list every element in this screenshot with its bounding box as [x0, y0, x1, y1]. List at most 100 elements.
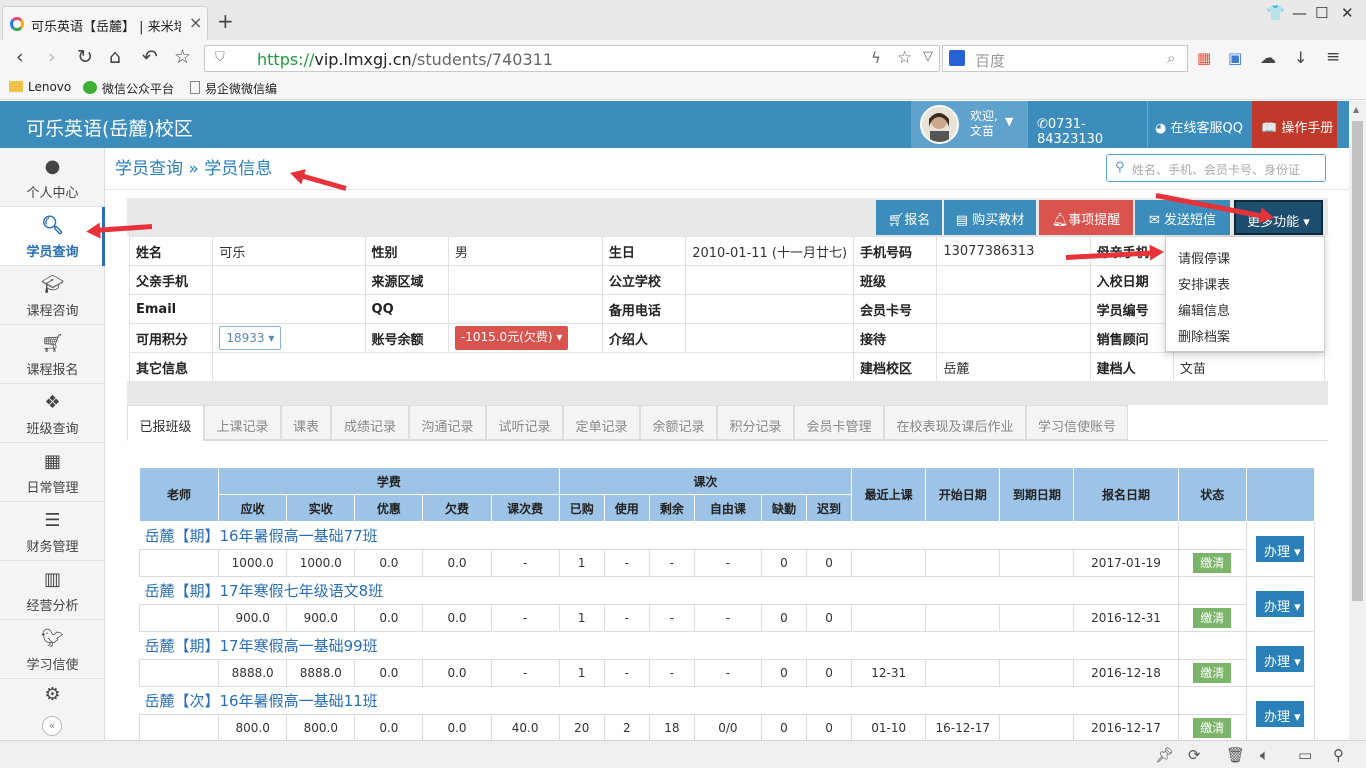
- tab-4[interactable]: 沟通记录: [409, 405, 486, 440]
- home-icon[interactable]: ⌂: [109, 46, 121, 68]
- cloud-icon[interactable]: ☁: [1260, 48, 1276, 67]
- list-icon: ☰: [44, 510, 61, 531]
- status-cell: [1177, 521, 1247, 550]
- tab-7[interactable]: 余额记录: [640, 405, 717, 440]
- class-name-row: 岳麓【期】17年寒假高一基础99班: [139, 631, 1316, 687]
- sidebar-item-daily[interactable]: ▦ 日常管理: [0, 443, 105, 502]
- tab-6[interactable]: 定单记录: [563, 405, 640, 440]
- scrollbar-thumb[interactable]: [1352, 121, 1363, 601]
- sidebar-item-messenger[interactable]: 🐦︎ 学习信使: [0, 620, 105, 679]
- enroll-button[interactable]: 🛒︎报名: [876, 200, 942, 235]
- sidebar-item-course-enroll[interactable]: 🛒︎ 课程报名: [0, 325, 105, 384]
- scroll-up-icon[interactable]: ▲: [1353, 105, 1359, 114]
- table-cell: 0: [760, 604, 808, 632]
- class-name-link[interactable]: 岳麓【期】17年寒假七年级语文8班: [139, 576, 1179, 605]
- volume-icon[interactable]: 🔈︎: [1260, 746, 1269, 764]
- pin-icon[interactable]: 📌︎: [1155, 746, 1174, 764]
- table-cell: 01-10: [851, 714, 927, 742]
- collapse-sidebar-icon[interactable]: «: [42, 716, 62, 736]
- table-row: 900.0 900.0 0.0 0.0-1- - -0 0 2016-12-31 缴清: [138, 604, 1315, 632]
- tab-1[interactable]: 上课记录: [204, 405, 281, 440]
- class-name-link[interactable]: 岳麓【期】16年暑假高一基础77班: [139, 521, 1179, 550]
- sidebar-item-finance[interactable]: ☰ 财务管理: [0, 502, 105, 561]
- table-cell: 0.0: [354, 714, 424, 742]
- zoom-icon[interactable]: ⚲: [1333, 746, 1344, 764]
- bookmark-lenovo[interactable]: Lenovo: [9, 80, 71, 94]
- menu-item-edit[interactable]: 编辑信息: [1178, 300, 1230, 319]
- info-label: 手机号码: [853, 236, 938, 266]
- browser-search-input[interactable]: 🐾 百度 ⌕: [942, 45, 1188, 72]
- sync-icon[interactable]: ⟳: [1188, 746, 1201, 764]
- balance-dropdown[interactable]: -1015.0元(欠费) ▾: [454, 326, 569, 350]
- manual-link[interactable]: 📖 操作手册: [1252, 101, 1337, 148]
- screenshot-icon[interactable]: ▣: [1228, 49, 1242, 67]
- table-cell: -: [693, 549, 762, 577]
- table-cell: [138, 714, 220, 742]
- user-menu[interactable]: 欢迎, 文苗 ▼: [911, 101, 1027, 148]
- class-name-link[interactable]: 岳麓【期】17年寒假高一基础99班: [139, 631, 1179, 660]
- table-cell: -: [603, 659, 650, 687]
- student-search-input[interactable]: ⚲ 姓名、手机、会员卡号、身份证: [1106, 154, 1326, 182]
- forward-icon[interactable]: ›: [48, 46, 56, 68]
- table-cell: [999, 659, 1075, 687]
- download-icon[interactable]: ↓: [1294, 48, 1307, 67]
- sidebar-item-personal[interactable]: ● 个人中心: [0, 148, 105, 207]
- tab-3[interactable]: 成绩记录: [331, 405, 409, 440]
- browser-tab[interactable]: 可乐英语【岳麓】 | 来米培训 ×: [2, 6, 208, 40]
- search-icon[interactable]: ⌕: [1167, 49, 1175, 67]
- minimize-icon[interactable]: —: [1292, 4, 1307, 22]
- tab-5[interactable]: 试听记录: [486, 405, 563, 440]
- window-icon[interactable]: ▭: [1298, 746, 1312, 764]
- address-bar[interactable]: ⛉ https://vip.lmxgj.cn/students/740311 ϟ…: [204, 45, 940, 72]
- reload-icon[interactable]: ↻: [77, 46, 93, 68]
- handle-button[interactable]: 办理 ▾: [1256, 646, 1304, 672]
- tab-0[interactable]: 已报班级: [127, 405, 204, 441]
- tab-2[interactable]: 课表: [281, 405, 331, 440]
- bolt-icon[interactable]: ϟ: [871, 49, 881, 67]
- table-cell: 8888.0: [218, 659, 288, 687]
- table-cell: -: [603, 549, 650, 577]
- undo-icon[interactable]: ↶: [142, 46, 158, 68]
- sidebar-item-settings[interactable]: ⚙: [0, 679, 105, 709]
- chevron-down-icon[interactable]: ▽: [923, 49, 933, 64]
- col-fee-1: 实收: [286, 494, 356, 522]
- col-lesson-0: 已购: [558, 494, 605, 522]
- tab-11[interactable]: 学习信使账号: [1026, 405, 1128, 440]
- menu-item-delete[interactable]: 删除档案: [1178, 326, 1230, 345]
- bookmark-star-icon[interactable]: ☆: [897, 48, 912, 68]
- menu-item-leave[interactable]: 请假停课: [1178, 248, 1230, 267]
- sidebar-item-class-search[interactable]: ❖ 班级查询: [0, 384, 105, 443]
- table-cell: [999, 604, 1075, 632]
- buy-books-button[interactable]: ▤ 购买教材: [944, 200, 1036, 235]
- table-cell: 0: [760, 549, 808, 577]
- bookmark-wechat[interactable]: 微信公众平台: [83, 80, 174, 97]
- handle-button[interactable]: 办理 ▾: [1256, 591, 1304, 617]
- points-dropdown[interactable]: 18933 ▾: [219, 326, 282, 350]
- maximize-icon[interactable]: ☐: [1315, 4, 1328, 22]
- menu-item-schedule[interactable]: 安排课表: [1178, 274, 1230, 293]
- close-tab-icon[interactable]: ×: [189, 13, 202, 32]
- skin-icon[interactable]: 👕: [1266, 4, 1285, 22]
- handle-button[interactable]: 办理 ▾: [1256, 701, 1304, 727]
- page-scrollbar[interactable]: ▲: [1349, 101, 1366, 740]
- handle-button[interactable]: 办理 ▾: [1256, 536, 1304, 562]
- tab-8[interactable]: 积分记录: [717, 405, 794, 440]
- bookmark-yiqi[interactable]: 易企微微信编: [190, 80, 277, 97]
- back-icon[interactable]: ‹: [16, 46, 24, 68]
- apps-icon[interactable]: ▦: [1197, 49, 1211, 67]
- breadcrumb[interactable]: 学员查询 » 学员信息: [115, 154, 272, 179]
- more-functions-button[interactable]: 更多功能 ▾: [1234, 200, 1323, 235]
- sidebar-item-course-consult[interactable]: 🎓︎ 课程咨询: [0, 266, 105, 325]
- reminder-button[interactable]: 🔔︎事项提醒: [1039, 200, 1133, 235]
- qq-support-link[interactable]: ◕ 在线客服QQ: [1147, 101, 1252, 148]
- new-tab-icon[interactable]: +: [217, 9, 234, 33]
- menu-icon[interactable]: ≡: [1326, 47, 1340, 67]
- sidebar-item-analysis[interactable]: ▥ 经营分析: [0, 561, 105, 620]
- class-name-link[interactable]: 岳麓【次】16年暑假高一基础11班: [139, 686, 1179, 715]
- tab-10[interactable]: 在校表现及课后作业: [884, 405, 1026, 440]
- favorite-icon[interactable]: ☆: [174, 46, 191, 68]
- trash-icon[interactable]: 🗑︎: [1226, 746, 1245, 764]
- bar-chart-icon: ▥: [43, 569, 61, 590]
- tab-9[interactable]: 会员卡管理: [794, 405, 884, 440]
- close-window-icon[interactable]: ✕: [1341, 4, 1354, 22]
